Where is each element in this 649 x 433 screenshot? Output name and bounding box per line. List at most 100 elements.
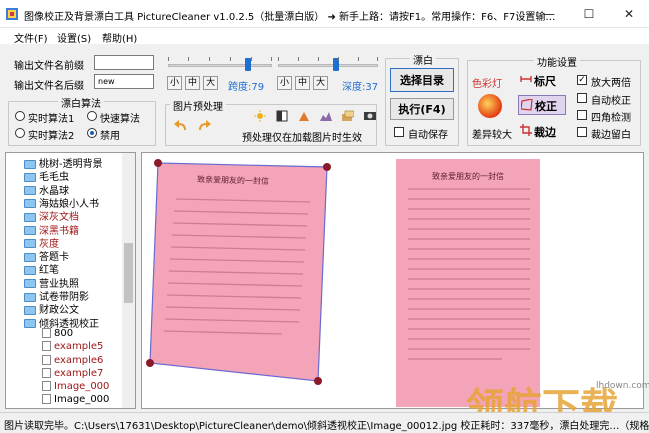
minimize-button[interactable]: —: [529, 0, 569, 28]
folder-icon: [24, 186, 36, 196]
tree-file-item[interactable]: example5: [42, 341, 103, 352]
sharpen-icon[interactable]: [298, 110, 310, 122]
menu-file[interactable]: 文件(F): [14, 30, 48, 45]
tree-file-item[interactable]: Image_000: [42, 394, 109, 405]
rotate-right-icon[interactable]: [197, 120, 211, 132]
status-bar: 图片读取完毕。C:\Users\17631\Desktop\PictureCle…: [0, 412, 649, 433]
watermark-site: lhdown.com: [596, 381, 649, 391]
crop-margin-label: 裁边留白: [591, 130, 631, 141]
corner-handle-bl: [146, 359, 154, 367]
tree-item-label: 800: [54, 327, 74, 339]
function-title: 功能设置: [534, 54, 580, 69]
algo-fast-radio[interactable]: [87, 111, 97, 121]
folder-icon: [24, 292, 36, 302]
preprocess-title: 图片预处理: [170, 98, 226, 113]
rotate-left-icon[interactable]: [174, 120, 188, 132]
span-large-button[interactable]: 大: [203, 76, 218, 90]
algo-realtime2-label: 实时算法2: [28, 131, 75, 142]
prefix-input[interactable]: [94, 55, 154, 70]
folder-icon: [24, 159, 36, 169]
file-icon: [42, 354, 51, 365]
algo-disabled-label: 禁用: [100, 131, 120, 142]
span-small-button[interactable]: 小: [167, 76, 182, 90]
depth-slider[interactable]: [278, 58, 378, 72]
viewer-canvas: [146, 159, 540, 407]
folder-icon: [24, 279, 36, 289]
select-directory-button[interactable]: 选择目录: [390, 68, 454, 92]
corner-detect-label: 四角检测: [591, 113, 631, 124]
preprocess-note: 预处理仅在加载图片时生效: [242, 133, 362, 144]
menu-bar: [0, 28, 649, 44]
algo-realtime1-label: 实时算法1: [28, 114, 75, 125]
tree-file-item[interactable]: 800: [42, 327, 74, 339]
suffix-input[interactable]: new: [94, 74, 154, 89]
span-slider[interactable]: [168, 58, 272, 72]
span-slider-ticks: [168, 57, 272, 61]
autosave-checkbox[interactable]: [394, 127, 404, 137]
auto-correct-checkbox[interactable]: [577, 93, 587, 103]
correct-icon: [521, 99, 533, 111]
depth-slider-track: [278, 64, 378, 67]
tree-item-label: example6: [54, 354, 104, 366]
execute-button[interactable]: 执行(F4): [390, 98, 454, 120]
maximize-button[interactable]: ☐: [569, 0, 609, 28]
diff-large-label: 差异较大: [472, 130, 512, 141]
folder-icon: [24, 252, 36, 262]
double-zoom-label: 放大两倍: [591, 78, 631, 89]
algo-realtime2-radio[interactable]: [15, 128, 25, 138]
algo-realtime1-radio[interactable]: [15, 111, 25, 121]
folder-icon: [24, 305, 36, 315]
folder-icon: [24, 199, 36, 209]
tree-file-item[interactable]: Image_000: [42, 381, 109, 392]
levels-icon[interactable]: [320, 110, 332, 122]
enhance-icon[interactable]: [364, 110, 376, 122]
folder-tree[interactable]: 桃树-透明背景 毛毛虫 水晶球 海姑娘小人书 深灰文档 深黑书籍 灰度 答题卡 红笔 营业执照 试卷…: [5, 152, 136, 409]
app-icon: [6, 8, 18, 20]
bleach-title: 漂白: [410, 52, 436, 67]
depth-large-button[interactable]: 大: [313, 76, 328, 90]
correct-label: 校正: [535, 100, 557, 113]
tree-file-item[interactable]: example6: [42, 354, 104, 366]
auto-correct-label: 自动校正: [591, 96, 631, 107]
prefix-label: 输出文件名前缀: [14, 61, 84, 72]
original-doc-title: 致亲爱朋友的一封信: [196, 175, 270, 186]
depth-value: 深度:37: [342, 82, 379, 93]
status-text: 图片读取完毕。C:\Users\17631\Desktop\PictureCle…: [4, 421, 649, 432]
ruler-button[interactable]: 标尺: [534, 73, 556, 89]
depth-small-button[interactable]: 小: [277, 76, 292, 90]
corrected-doc-title: 致亲爱朋友的一封信: [432, 172, 504, 181]
double-zoom-checkbox[interactable]: ✓: [577, 75, 587, 85]
tree-scrollbar[interactable]: [122, 153, 135, 408]
file-icon: [42, 327, 51, 338]
corner-detect-checkbox[interactable]: [577, 110, 587, 120]
denoise-icon[interactable]: [342, 110, 354, 122]
ruler-icon: [520, 76, 532, 82]
depth-slider-ticks: [278, 57, 378, 61]
folder-icon: [24, 226, 36, 235]
algo-disabled-radio[interactable]: [87, 128, 97, 138]
bleach-algo-title: 漂白算法: [58, 95, 104, 110]
color-light-icon[interactable]: [477, 93, 503, 119]
depth-medium-button[interactable]: 中: [295, 76, 310, 90]
menu-settings[interactable]: 设置(S): [57, 30, 91, 45]
crop-margin-checkbox[interactable]: [577, 127, 587, 137]
tree-file-item[interactable]: example7: [42, 367, 103, 379]
file-icon: [42, 394, 51, 405]
corner-handle-tl: [154, 159, 162, 167]
algo-fast-label: 快速算法: [100, 114, 140, 125]
file-icon: [42, 367, 51, 378]
tree-scrollbar-thumb[interactable]: [124, 243, 133, 303]
folder-icon: [24, 212, 36, 222]
crop-button[interactable]: 裁边: [534, 124, 556, 140]
tree-item-label: Image_000: [54, 381, 110, 393]
menu-help[interactable]: 帮助(H): [102, 30, 137, 45]
corner-handle-tr: [323, 163, 331, 171]
span-medium-button[interactable]: 中: [185, 76, 200, 90]
brightness-icon[interactable]: [254, 110, 266, 122]
contrast-icon[interactable]: [276, 110, 288, 122]
autosave-label: 自动保存: [408, 130, 448, 141]
folder-icon: [24, 239, 36, 249]
close-button[interactable]: ✕: [609, 0, 649, 28]
image-viewer[interactable]: 致亲爱朋友的一封信 致亲爱朋友的一封信: [141, 152, 644, 409]
corrected-document: [396, 159, 540, 407]
